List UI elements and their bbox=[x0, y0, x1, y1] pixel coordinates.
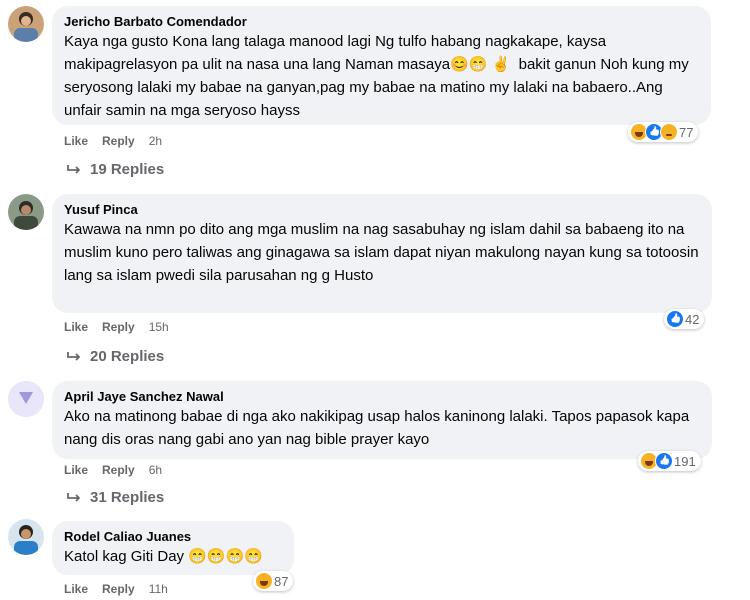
like-reaction-icon bbox=[655, 452, 673, 470]
comment-author[interactable]: Rodel Caliao Juanes bbox=[64, 528, 282, 545]
avatar[interactable] bbox=[8, 6, 44, 42]
comment-bubble: Yusuf Pinca Kawawa na nmn po dito ang mg… bbox=[52, 194, 712, 313]
comment-author[interactable]: April Jaye Sanchez Nawal bbox=[64, 388, 700, 405]
comment-text: Kaya nga gusto Kona lang talaga manood l… bbox=[64, 33, 693, 119]
like-button[interactable]: Like bbox=[64, 582, 88, 596]
reaction-summary[interactable]: 42 bbox=[664, 309, 705, 329]
comment-actions: Like Reply 6h bbox=[64, 463, 162, 477]
comment-bubble: Jericho Barbato Comendador Kaya nga gust… bbox=[52, 6, 711, 125]
replies-count[interactable]: 20 Replies bbox=[90, 348, 164, 365]
reaction-summary[interactable]: 87 bbox=[253, 571, 294, 591]
comment-author[interactable]: Jericho Barbato Comendador bbox=[64, 13, 699, 30]
reply-arrow-icon bbox=[67, 351, 81, 361]
reply-arrow-icon bbox=[67, 164, 81, 174]
comment-bubble: Rodel Caliao Juanes Katol kag Giti Day 😁… bbox=[52, 521, 294, 575]
comment-bubble: April Jaye Sanchez Nawal Ako na matinong… bbox=[52, 381, 712, 459]
view-replies-link[interactable]: 31 Replies bbox=[66, 489, 164, 506]
reply-button[interactable]: Reply bbox=[102, 582, 135, 596]
reaction-count: 191 bbox=[674, 453, 696, 469]
reply-arrow-icon bbox=[67, 492, 81, 502]
reaction-count: 77 bbox=[679, 124, 694, 140]
avatar[interactable] bbox=[8, 194, 44, 230]
like-button[interactable]: Like bbox=[64, 134, 88, 148]
comment-actions: Like Reply 11h bbox=[64, 582, 168, 596]
comment-actions: Like Reply 2h bbox=[64, 134, 162, 148]
replies-count[interactable]: 19 Replies bbox=[90, 161, 164, 178]
reaction-summary[interactable]: 77 bbox=[628, 122, 699, 142]
reaction-count: 87 bbox=[274, 573, 289, 589]
comment-author[interactable]: Yusuf Pinca bbox=[64, 201, 700, 218]
reply-button[interactable]: Reply bbox=[102, 134, 135, 148]
comment-timestamp[interactable]: 6h bbox=[149, 463, 162, 477]
haha-reaction-icon bbox=[255, 572, 273, 590]
reaction-count: 42 bbox=[685, 311, 700, 327]
comment-timestamp[interactable]: 2h bbox=[149, 134, 162, 148]
reaction-summary[interactable]: 191 bbox=[638, 451, 701, 471]
sad-reaction-icon bbox=[660, 123, 678, 141]
view-replies-link[interactable]: 19 Replies bbox=[66, 161, 164, 178]
avatar[interactable] bbox=[8, 519, 44, 555]
comment-text: Kawawa na nmn po dito ang mga muslim na … bbox=[64, 221, 703, 284]
view-replies-link[interactable]: 20 Replies bbox=[66, 348, 164, 365]
comment-timestamp[interactable]: 15h bbox=[149, 320, 169, 334]
comment-actions: Like Reply 15h bbox=[64, 320, 169, 334]
reply-button[interactable]: Reply bbox=[102, 463, 135, 477]
like-reaction-icon bbox=[666, 310, 684, 328]
comment-timestamp[interactable]: 11h bbox=[149, 582, 168, 596]
comment-text: Katol kag Giti Day 😁😁😁😁 bbox=[64, 548, 263, 565]
avatar[interactable] bbox=[8, 381, 44, 417]
like-button[interactable]: Like bbox=[64, 320, 88, 334]
replies-count[interactable]: 31 Replies bbox=[90, 489, 164, 506]
like-button[interactable]: Like bbox=[64, 463, 88, 477]
reply-button[interactable]: Reply bbox=[102, 320, 135, 334]
comment-text: Ako na matinong babae di nga ako nakikip… bbox=[64, 408, 694, 448]
